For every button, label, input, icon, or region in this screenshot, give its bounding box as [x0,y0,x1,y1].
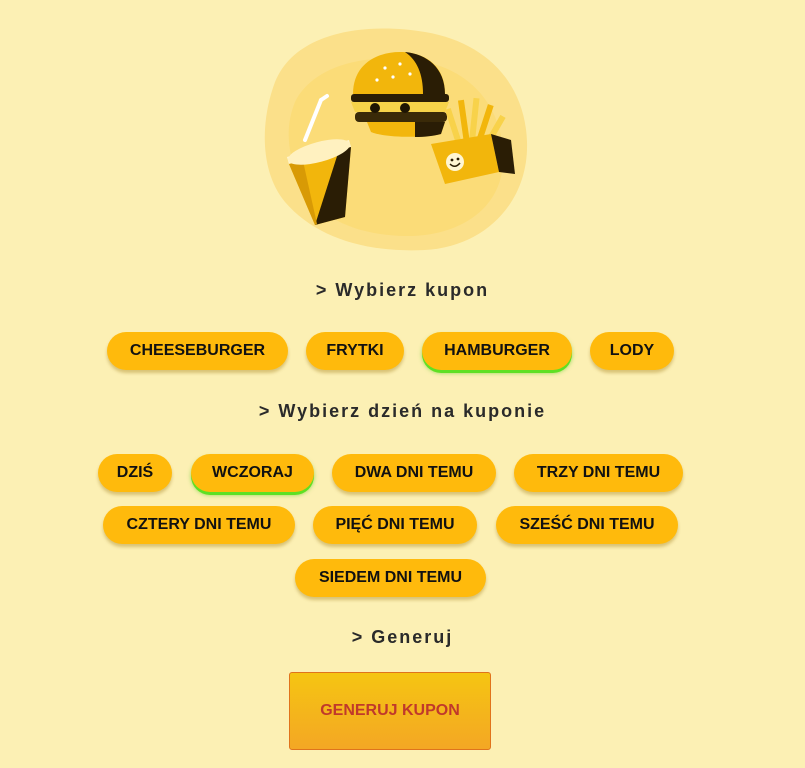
day-five-days-ago-button[interactable]: PIĘĆ DNI TEMU [313,506,477,544]
day-two-days-ago-button[interactable]: DWA DNI TEMU [332,454,496,492]
day-yesterday-button[interactable]: WCZORAJ [191,454,314,492]
day-four-days-ago-button[interactable]: CZTERY DNI TEMU [103,506,295,544]
day-three-days-ago-button[interactable]: TRZY DNI TEMU [514,454,683,492]
fast-food-illustration [264,28,528,251]
day-seven-days-ago-button[interactable]: SIEDEM DNI TEMU [295,559,486,597]
coupon-hamburger-button[interactable]: HAMBURGER [422,332,572,370]
day-today-button[interactable]: DZIŚ [98,454,172,492]
coupon-lody-button[interactable]: LODY [590,332,674,370]
choose-coupon-heading: > Wybierz kupon [315,280,490,300]
day-six-days-ago-button[interactable]: SZEŚĆ DNI TEMU [496,506,678,544]
generate-coupon-button[interactable]: GENERUJ KUPON [289,672,491,750]
coupon-cheeseburger-button[interactable]: CHEESEBURGER [107,332,288,370]
coupon-frytki-button[interactable]: FRYTKI [306,332,404,370]
choose-day-heading: > Wybierz dzień na kuponie [258,401,547,421]
generate-heading: > Generuj [351,627,454,647]
